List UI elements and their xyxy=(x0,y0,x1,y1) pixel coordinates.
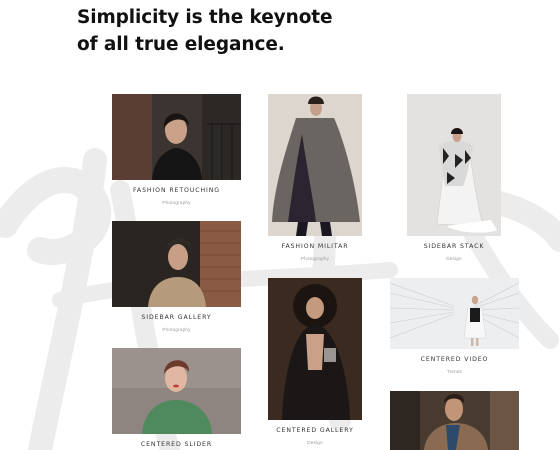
portfolio-thumbnail[interactable] xyxy=(112,221,241,307)
portfolio-thumbnail[interactable] xyxy=(390,391,519,450)
portfolio-item-title[interactable]: SIDEBAR STACK xyxy=(407,243,501,250)
portfolio-item-centered-slider[interactable]: CENTERED SLIDER xyxy=(112,348,241,448)
portfolio-item-category: Design xyxy=(446,256,462,261)
portfolio-item-fashion-militar[interactable]: FASHION MILITAR Photography xyxy=(268,94,362,261)
heading-line-1: Simplicity is the keynote xyxy=(77,7,333,28)
portfolio-item-category: Design xyxy=(307,440,323,445)
page-heading: Simplicity is the keynote of all true el… xyxy=(77,4,333,58)
portfolio-item-fashion-retouching[interactable]: FASHION RETOUCHING Photography xyxy=(112,94,241,205)
portfolio-item-category: Photography xyxy=(162,200,191,205)
portfolio-thumbnail[interactable] xyxy=(407,94,501,236)
portfolio-thumbnail[interactable] xyxy=(112,94,241,180)
heading-line-2: of all true elegance. xyxy=(77,34,285,55)
portfolio-thumbnail[interactable] xyxy=(268,94,362,236)
portfolio-item-title[interactable]: FASHION MILITAR xyxy=(268,243,362,250)
portfolio-item-title[interactable]: CENTERED VIDEO xyxy=(390,356,519,363)
portfolio-item-title[interactable]: CENTERED GALLERY xyxy=(268,427,362,434)
portfolio-item-centered-gallery[interactable]: CENTERED GALLERY Design xyxy=(268,278,362,445)
portfolio-item-sidebar-stack[interactable]: SIDEBAR STACK Design xyxy=(407,94,501,261)
portfolio-thumbnail[interactable] xyxy=(268,278,362,420)
portfolio-thumbnail[interactable] xyxy=(390,278,519,349)
portfolio-item-sidebar-gallery[interactable]: SIDEBAR GALLERY Photography xyxy=(112,221,241,332)
portfolio-item-unnamed[interactable] xyxy=(390,391,519,450)
portfolio-item-centered-video[interactable]: CENTERED VIDEO Trends xyxy=(390,278,519,374)
portfolio-thumbnail[interactable] xyxy=(112,348,241,434)
portfolio-item-category: Trends xyxy=(446,369,463,374)
portfolio-item-category: Photography xyxy=(300,256,330,261)
portfolio-item-title[interactable]: CENTERED SLIDER xyxy=(112,441,241,448)
portfolio-item-category: Photography xyxy=(162,327,191,332)
portfolio-item-title[interactable]: FASHION RETOUCHING xyxy=(112,187,241,194)
portfolio-item-title[interactable]: SIDEBAR GALLERY xyxy=(112,314,241,321)
